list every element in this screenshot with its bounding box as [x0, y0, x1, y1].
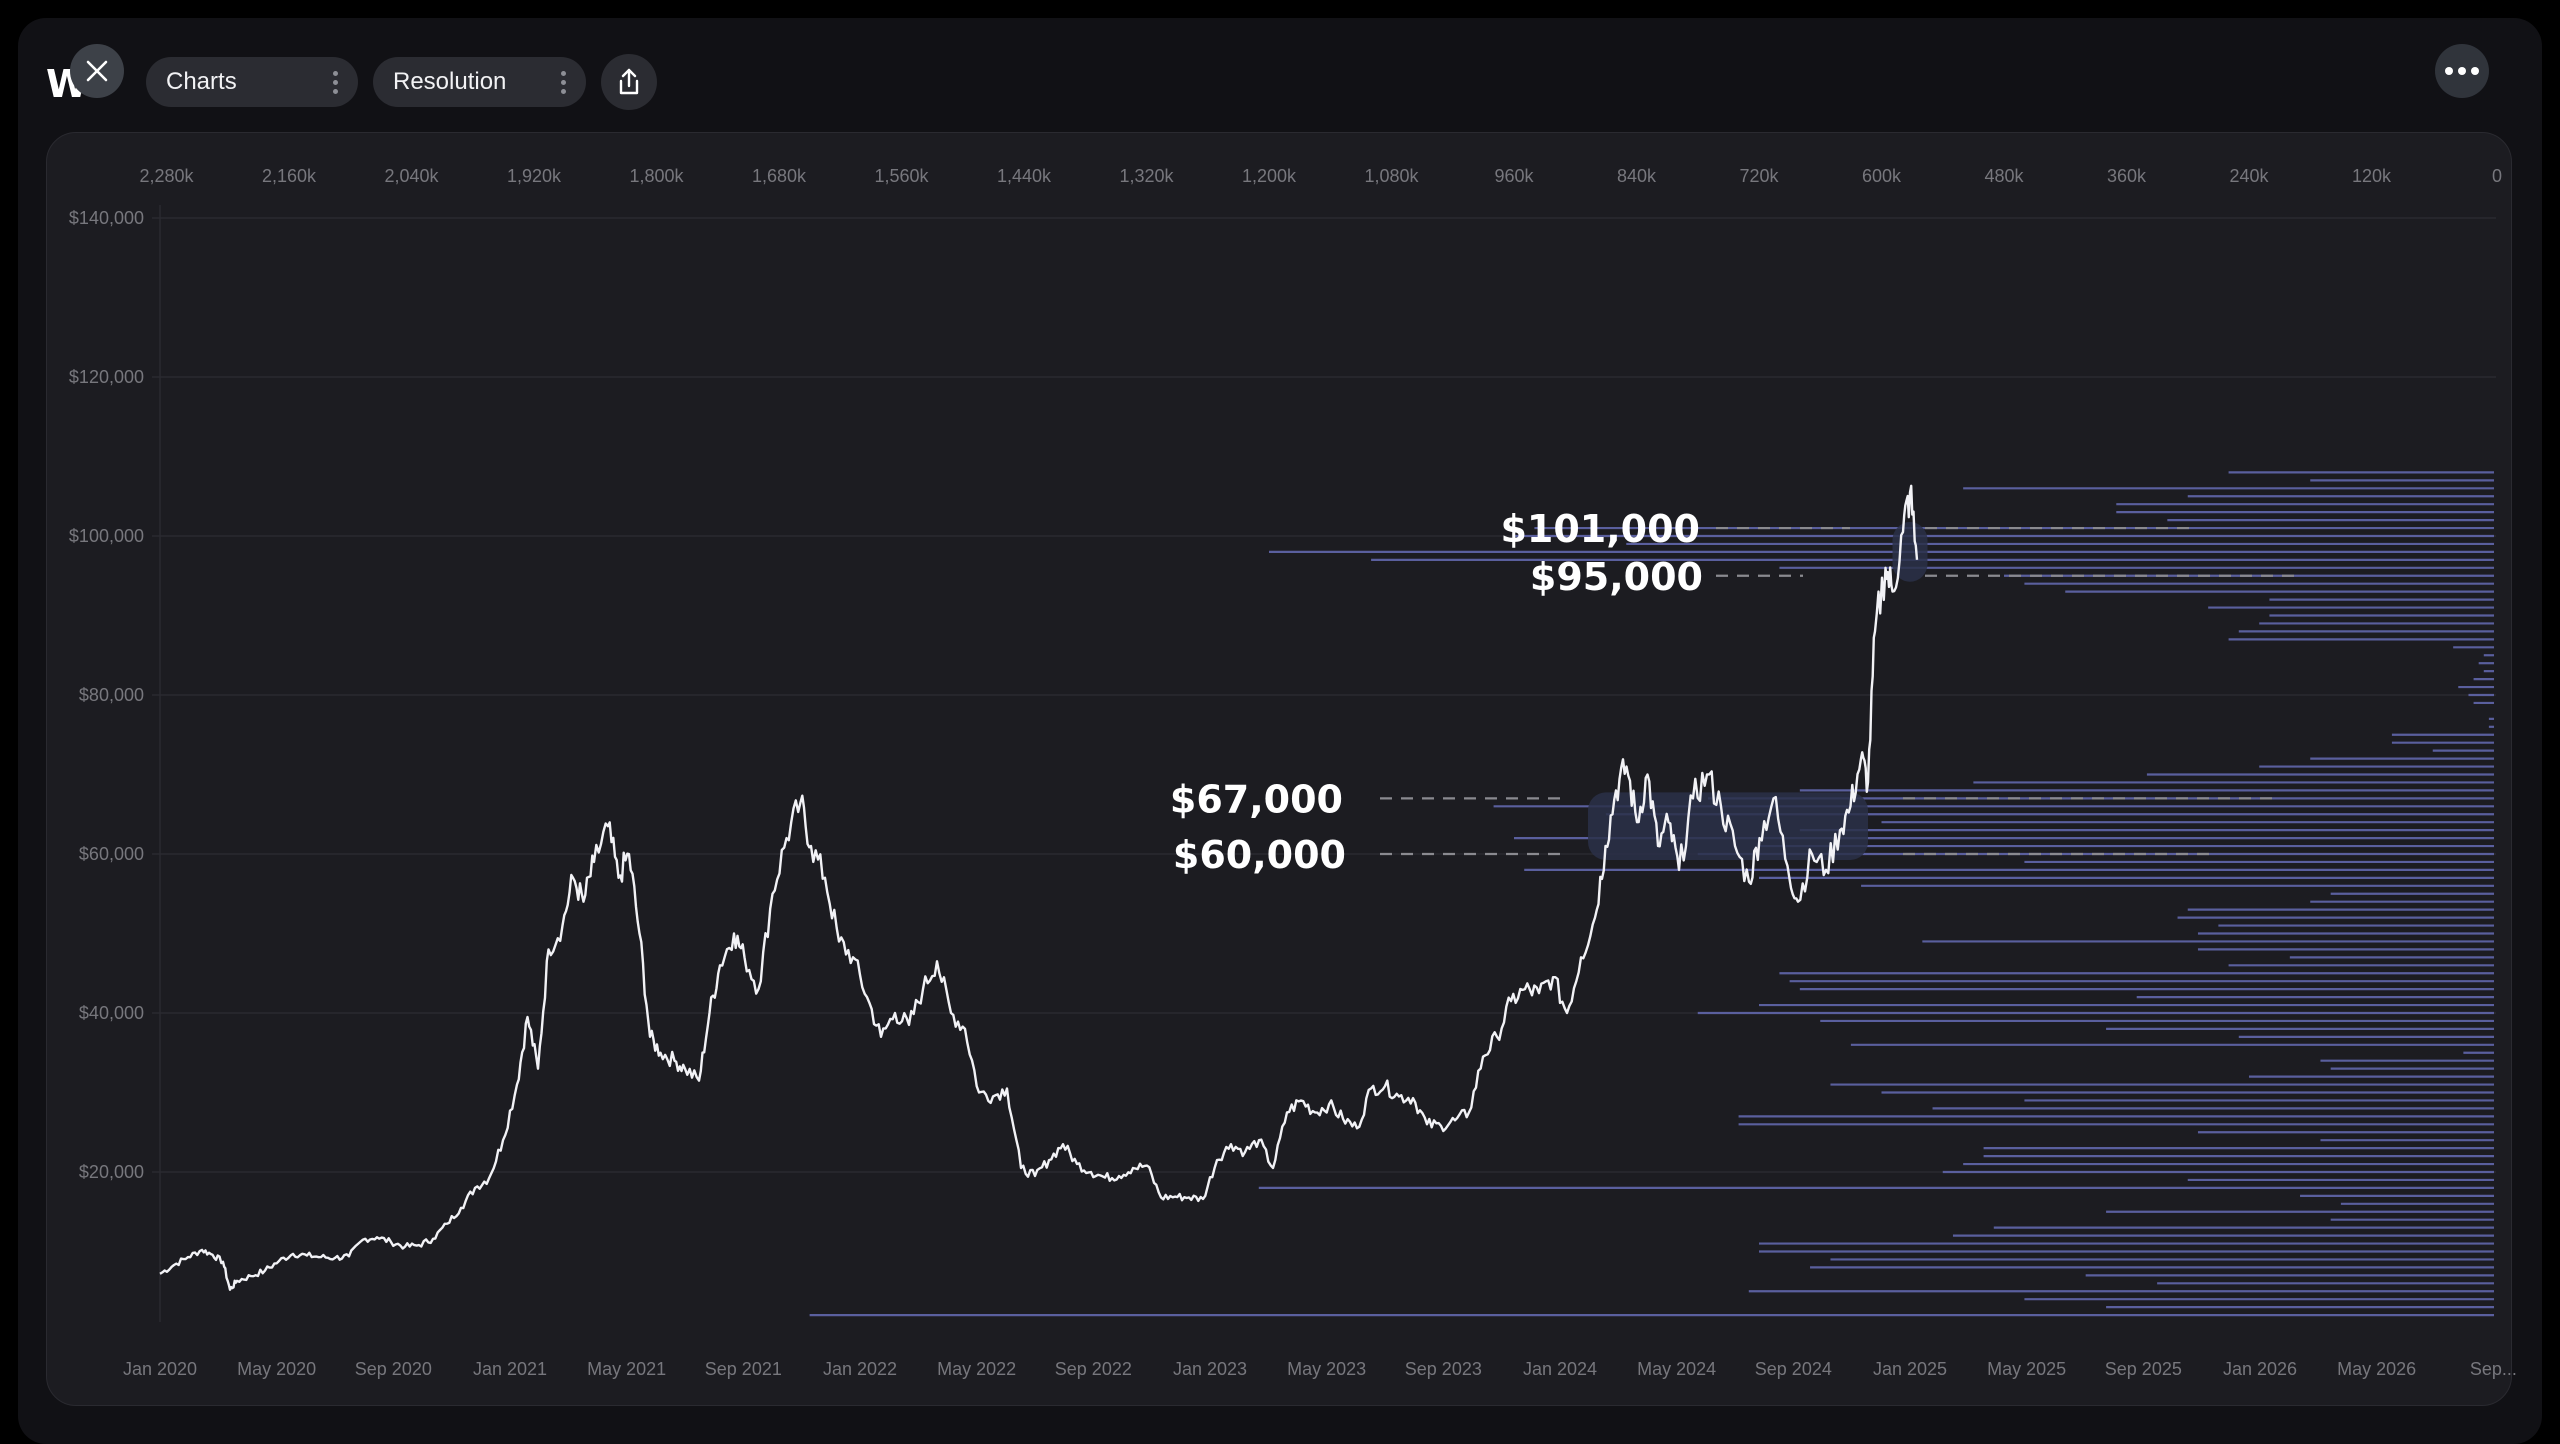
volume-profile — [809, 471, 2494, 1317]
x-tick-label: May 2024 — [1637, 1359, 1716, 1379]
volume-tick-label: 240k — [2229, 166, 2269, 186]
x-tick-label: Sep... — [2470, 1359, 2517, 1379]
volume-tick-label: 480k — [1984, 166, 2024, 186]
x-tick-label: Sep 2025 — [2105, 1359, 2182, 1379]
y-axis-ticks: $140,000 $120,000 $100,000 $80,000 $60,000 $4… — [69, 208, 144, 1182]
volume-tick-label: 600k — [1862, 166, 1902, 186]
x-tick-label: May 2026 — [2337, 1359, 2416, 1379]
y-tick-label: $100,000 — [69, 526, 144, 546]
x-tick-label: Sep 2024 — [1755, 1359, 1832, 1379]
x-axis-ticks: Jan 2020 May 2020 Sep 2020 Jan 2021 May 2021… — [123, 1359, 2517, 1379]
volume-tick-label: 720k — [1739, 166, 1779, 186]
grid-lines — [152, 205, 2496, 1322]
highlight-box — [1588, 792, 1868, 860]
x-tick-label: Jan 2020 — [123, 1359, 197, 1379]
price-line-layer — [159, 484, 1919, 1291]
annotation-label: $67,000 — [1170, 777, 1343, 821]
x-tick-label: May 2021 — [587, 1359, 666, 1379]
volume-tick-label: 2,280k — [139, 166, 194, 186]
volume-tick-label: 1,200k — [1242, 166, 1297, 186]
volume-tick-label: 1,080k — [1364, 166, 1419, 186]
volume-tick-label: 120k — [2352, 166, 2392, 186]
x-tick-label: Jan 2023 — [1173, 1359, 1247, 1379]
volume-tick-label: 360k — [2107, 166, 2147, 186]
volume-tick-label: 1,680k — [752, 166, 807, 186]
y-tick-label: $20,000 — [79, 1162, 144, 1182]
volume-tick-label: 1,920k — [507, 166, 562, 186]
annotation-label: $95,000 — [1530, 555, 1703, 599]
x-tick-label: May 2023 — [1287, 1359, 1366, 1379]
x-tick-label: Sep 2022 — [1055, 1359, 1132, 1379]
x-tick-label: Sep 2020 — [355, 1359, 432, 1379]
x-tick-label: Jan 2021 — [473, 1359, 547, 1379]
y-tick-label: $40,000 — [79, 1003, 144, 1023]
x-tick-label: Jan 2026 — [2223, 1359, 2297, 1379]
volume-tick-label: 2,160k — [262, 166, 317, 186]
annotation-label: $101,000 — [1500, 507, 1700, 551]
x-tick-label: Jan 2022 — [823, 1359, 897, 1379]
y-tick-label: $80,000 — [79, 685, 144, 705]
volume-tick-label: 840k — [1617, 166, 1657, 186]
annotation-label: $60,000 — [1173, 833, 1346, 877]
x-tick-label: May 2020 — [237, 1359, 316, 1379]
x-tick-label: Sep 2023 — [1405, 1359, 1482, 1379]
volume-tick-label: 1,800k — [629, 166, 684, 186]
volume-tick-label: 960k — [1494, 166, 1534, 186]
y-tick-label: $140,000 — [69, 208, 144, 228]
x-tick-label: May 2022 — [937, 1359, 1016, 1379]
volume-tick-label: 1,560k — [874, 166, 929, 186]
volume-tick-label: 1,440k — [997, 166, 1052, 186]
price-line — [159, 484, 1919, 1291]
volume-tick-label: 0 — [2492, 166, 2502, 186]
x-tick-label: May 2025 — [1987, 1359, 2066, 1379]
x-tick-label: Jan 2024 — [1523, 1359, 1597, 1379]
y-tick-label: $120,000 — [69, 367, 144, 387]
volume-tick-label: 1,320k — [1119, 166, 1174, 186]
volume-axis-ticks: 2,280k 2,160k 2,040k 1,920k 1,800k 1,680k 1,56… — [139, 166, 2502, 186]
x-tick-label: Sep 2021 — [705, 1359, 782, 1379]
x-tick-label: Jan 2025 — [1873, 1359, 1947, 1379]
volume-tick-label: 2,040k — [384, 166, 439, 186]
price-chart[interactable]: 2,280k 2,160k 2,040k 1,920k 1,800k 1,680k 1,56… — [0, 0, 2560, 1444]
y-tick-label: $60,000 — [79, 844, 144, 864]
